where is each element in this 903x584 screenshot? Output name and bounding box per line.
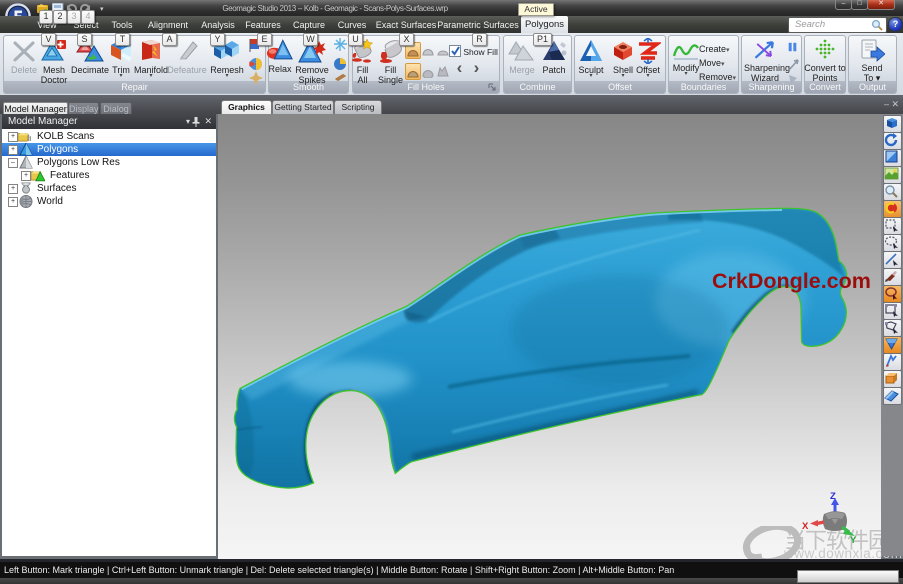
svg-text:Y: Y xyxy=(850,535,857,546)
svg-text:X: X xyxy=(802,521,809,532)
